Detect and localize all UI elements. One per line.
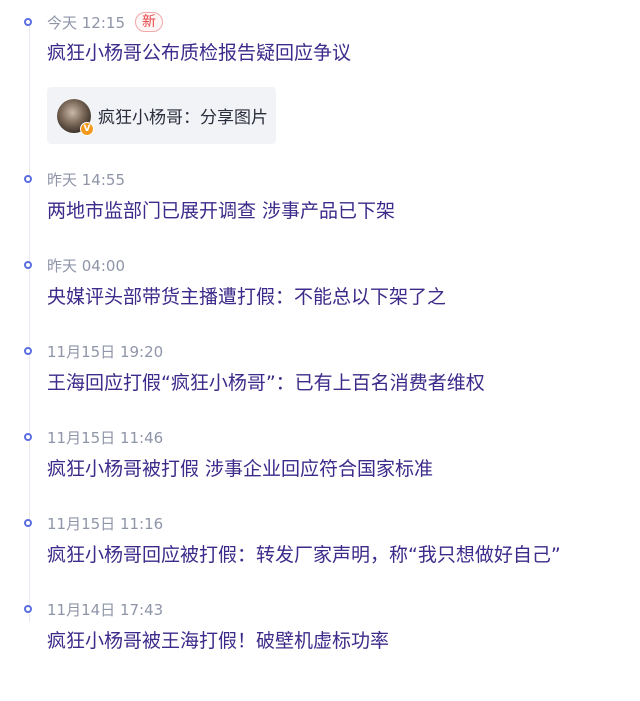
share-card[interactable]: V 疯狂小杨哥：分享图片 [47,87,276,144]
share-separator: ： [183,108,200,128]
timeline-dot-icon [24,605,32,613]
entry-headline-link[interactable]: 疯狂小杨哥被打假 涉事企业回应符合国家标准 [47,457,433,481]
timeline-line [29,22,30,622]
entry-time: 今天 12:15 [47,13,125,32]
entry-headline-link[interactable]: 疯狂小杨哥公布质检报告疑回应争议 [47,41,351,65]
news-timeline: 今天 12:15 新 疯狂小杨哥公布质检报告疑回应争议 V 疯狂小杨哥：分享图片… [0,0,640,701]
timeline-dot-icon [24,18,32,26]
entry-headline-link[interactable]: 王海回应打假“疯狂小杨哥”：已有上百名消费者维权 [47,371,485,395]
time-row: 11月15日 11:16 [47,512,163,534]
entry-time: 11月14日 17:43 [47,600,164,619]
entry-time: 昨天 14:55 [47,170,125,189]
time-row: 11月15日 19:20 [47,340,163,362]
timeline-dot-icon [24,519,32,527]
entry-headline-link[interactable]: 疯狂小杨哥回应被打假：转发厂家声明，称“我只想做好自己” [47,543,561,567]
timeline-dot-icon [24,347,32,355]
verified-badge-icon: V [80,121,94,136]
new-badge: 新 [135,12,163,32]
time-row: 昨天 14:55 [47,168,125,190]
time-row: 昨天 04:00 [47,254,125,276]
share-action: 分享图片 [200,108,268,128]
entry-headline-link[interactable]: 央媒评头部带货主播遭打假：不能总以下架了之 [47,285,446,309]
entry-time: 11月15日 11:16 [47,514,164,533]
time-row: 今天 12:15 新 [47,11,163,33]
timeline-dot-icon [24,433,32,441]
timeline-dot-icon [24,261,32,269]
entry-time: 昨天 04:00 [47,256,125,275]
entry-headline-link[interactable]: 两地市监部门已展开调查 涉事产品已下架 [47,199,395,223]
avatar: V [57,98,94,136]
share-author: 疯狂小杨哥 [98,108,183,128]
timeline-dot-icon [24,175,32,183]
entry-headline-link[interactable]: 疯狂小杨哥被王海打假！破壁机虚标功率 [47,629,389,653]
time-row: 11月15日 11:46 [47,426,163,448]
time-row: 11月14日 17:43 [47,598,163,620]
entry-time: 11月15日 19:20 [47,342,164,361]
share-card-text: 疯狂小杨哥：分享图片 [98,103,268,128]
entry-time: 11月15日 11:46 [47,428,164,447]
